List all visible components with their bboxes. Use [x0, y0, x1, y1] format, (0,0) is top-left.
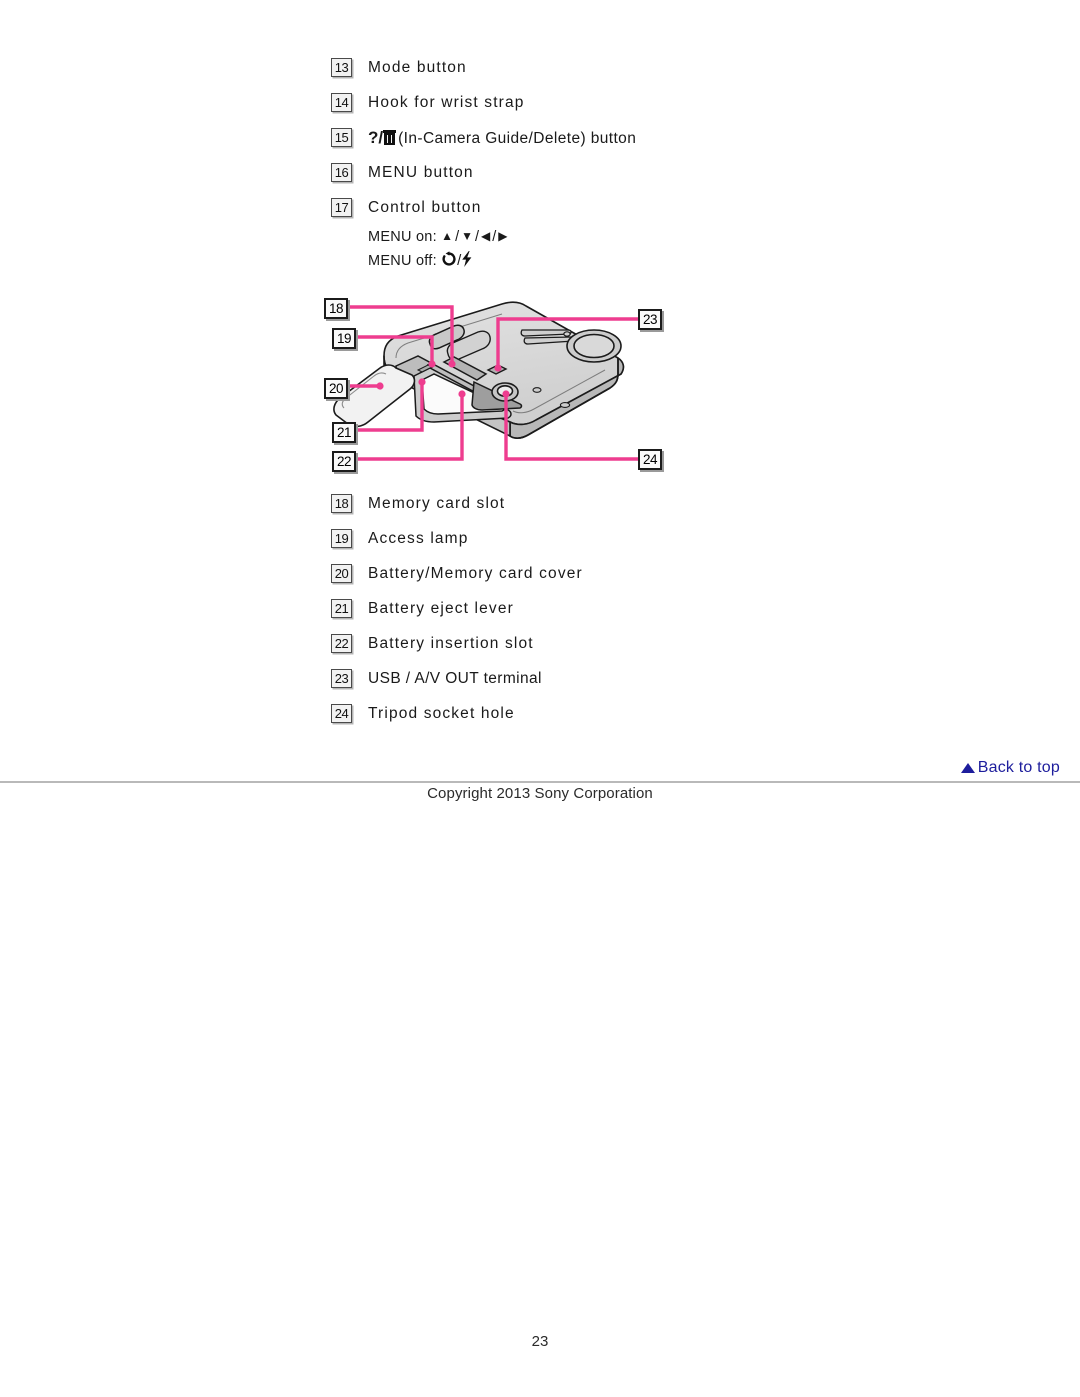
badge-cell: 19	[331, 528, 368, 548]
camera-bottom-view-diagram: 18 19 20 21 22 23 24	[322, 294, 674, 484]
menu-on-prefix: MENU on:	[368, 229, 437, 245]
list-item: 13 Mode button	[331, 57, 636, 92]
badge-cell: 21	[331, 598, 368, 618]
badge-cell: 16	[331, 162, 368, 182]
list-item: 16 MENU button	[331, 162, 636, 197]
callout-badge-22: 22	[331, 634, 352, 653]
badge-cell: 23	[331, 668, 368, 688]
callout-label-20: Battery/Memory card cover	[368, 565, 583, 582]
callout-label-21: Battery eject lever	[368, 600, 514, 617]
flash-icon	[461, 251, 473, 275]
callout-badge-13: 13	[331, 58, 352, 77]
separator: /	[474, 229, 480, 245]
menu-off-line: MENU off: /	[368, 249, 508, 275]
footer-divider	[0, 781, 1080, 783]
callout-badge-17: 17	[331, 198, 352, 217]
callout-badge-24: 24	[331, 704, 352, 723]
trash-icon	[383, 130, 397, 145]
callout-label-18: Memory card slot	[368, 495, 506, 512]
callout-badge-19: 19	[331, 529, 352, 548]
callout-label-17: Control button	[368, 199, 482, 216]
badge-cell: 15	[331, 127, 368, 147]
self-timer-icon	[441, 251, 457, 275]
menu-on-line: MENU on: ▲ / ▼ / ◀ / ▶	[368, 224, 508, 249]
arrow-right-icon: ▶	[498, 229, 508, 243]
badge-cell: 18	[331, 493, 368, 513]
list-item: 22 Battery insertion slot	[331, 633, 583, 668]
diagram-callout-22: 22	[332, 451, 356, 472]
back-to-top-link[interactable]: Back to top	[960, 759, 1060, 777]
arrow-up-icon: ▲	[441, 229, 454, 243]
callout-badge-20: 20	[331, 564, 352, 583]
back-to-top-label: Back to top	[977, 759, 1060, 776]
list-item: 18 Memory card slot	[331, 493, 583, 528]
copyright-text: Copyright 2013 Sony Corporation	[427, 785, 653, 802]
list-item: 17 Control button MENU on: ▲ / ▼ / ◀ / ▶ MENU …	[331, 197, 636, 275]
list-item: 21 Battery eject lever	[331, 598, 583, 633]
callout-badge-21: 21	[331, 599, 352, 618]
callout-label-16: MENU button	[368, 164, 474, 181]
control-button-modes: MENU on: ▲ / ▼ / ◀ / ▶ MENU off: /	[368, 224, 508, 275]
badge-cell: 20	[331, 563, 368, 583]
separator: /	[455, 229, 460, 245]
diagram-callout-18: 18	[324, 298, 348, 319]
callout-badge-14: 14	[331, 93, 352, 112]
list-item: 24 Tripod socket hole	[331, 703, 583, 738]
callout-label-15-text: (In-Camera Guide/Delete) button	[398, 130, 637, 147]
menu-off-prefix: MENU off:	[368, 253, 437, 269]
callout-label-24: Tripod socket hole	[368, 705, 515, 722]
list-item: 15 ?/ (In-Camera Guide/Delete) button	[331, 127, 636, 162]
list-item: 14 Hook for wrist strap	[331, 92, 636, 127]
callout-badge-16: 16	[331, 163, 352, 182]
callout-label-13: Mode button	[368, 59, 467, 76]
parts-list-bottom: 18 Memory card slot 19 Access lamp 20 Ba…	[331, 493, 583, 738]
diagram-callout-21: 21	[332, 422, 356, 443]
list-item: 19 Access lamp	[331, 528, 583, 563]
badge-cell: 17	[331, 197, 368, 217]
diagram-callout-24: 24	[638, 449, 662, 470]
page-number: 23	[531, 1333, 549, 1350]
arrow-down-icon: ▼	[461, 229, 473, 243]
diagram-callout-23: 23	[638, 309, 662, 330]
callout-label-14: Hook for wrist strap	[368, 94, 525, 111]
list-item: 20 Battery/Memory card cover	[331, 563, 583, 598]
callout-badge-18: 18	[331, 494, 352, 513]
badge-cell: 24	[331, 703, 368, 723]
badge-cell: 14	[331, 92, 368, 112]
triangle-up-icon	[960, 763, 975, 773]
parts-list-top: 13 Mode button 14 Hook for wrist strap 1…	[331, 57, 636, 275]
callout-badge-23: 23	[331, 669, 352, 688]
badge-cell: 22	[331, 633, 368, 653]
callout-label-23: USB / A/V OUT terminal	[368, 670, 542, 687]
question-mark-icon: ?/	[368, 128, 384, 147]
diagram-callout-20: 20	[324, 378, 348, 399]
badge-cell: 13	[331, 57, 368, 77]
callout-17-group: Control button MENU on: ▲ / ▼ / ◀ / ▶ MENU off…	[368, 197, 508, 275]
callout-label-19: Access lamp	[368, 530, 469, 547]
callout-badge-15: 15	[331, 128, 352, 147]
arrow-left-icon: ◀	[481, 229, 491, 243]
diagram-callout-19: 19	[332, 328, 356, 349]
help-guide-page: 13 Mode button 14 Hook for wrist strap 1…	[0, 0, 1080, 1397]
callout-label-15: ?/ (In-Camera Guide/Delete) button	[368, 127, 636, 149]
list-item: 23 USB / A/V OUT terminal	[331, 668, 583, 703]
callout-label-22: Battery insertion slot	[368, 635, 534, 652]
